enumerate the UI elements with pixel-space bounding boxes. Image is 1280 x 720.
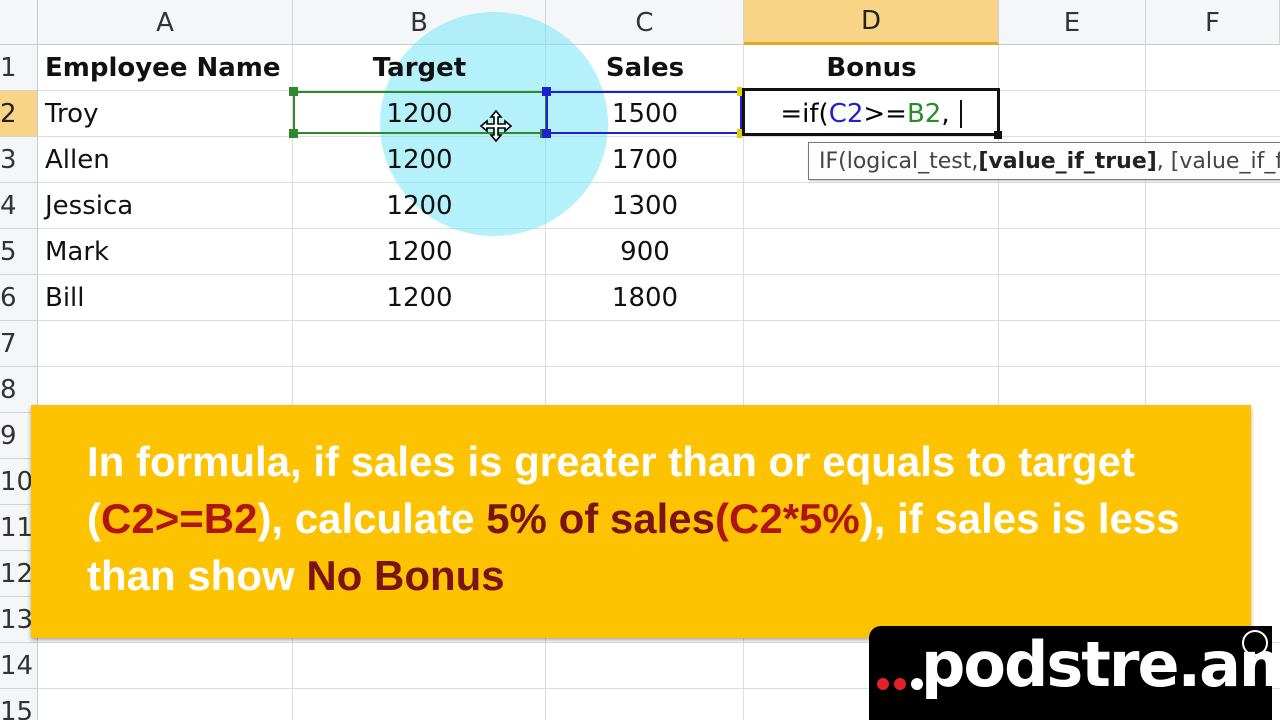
column-header-d[interactable]: D (744, 0, 999, 45)
formula-operator: >= (863, 99, 907, 129)
logo-text: podstre.am (921, 628, 1280, 701)
caption-banner: In formula, if sales is greater than or … (31, 405, 1251, 638)
caption-highlight: C2*5% (729, 495, 860, 542)
row-header-15[interactable]: 15 (0, 689, 38, 720)
row-header-1[interactable]: 1 (0, 45, 38, 91)
caption-part: ), calculate (257, 495, 487, 542)
function-argument-tooltip[interactable]: IF(logical_test, [value_if_true], [value… (808, 142, 1280, 180)
cell-d1[interactable]: Bonus (744, 45, 999, 91)
formula-ref-b2: B2 (906, 99, 942, 129)
cell-c4[interactable]: 1300 (546, 183, 744, 229)
row-header-6[interactable]: 6 (0, 275, 38, 321)
column-header-a[interactable]: A (38, 0, 293, 45)
cell-a4[interactable]: Jessica (38, 183, 293, 229)
caption-highlight: ( (715, 495, 729, 542)
column-header-f[interactable]: F (1146, 0, 1280, 45)
logo-dots-icon (877, 678, 923, 690)
cell-c5[interactable]: 900 (546, 229, 744, 275)
tooltip-rest[interactable]: , [value_if_false]) (1157, 149, 1280, 174)
row-header-14[interactable]: 14 (0, 643, 38, 689)
cell-a3[interactable]: Allen (38, 137, 293, 183)
grid-line (38, 366, 1280, 367)
podstream-logo: podstre.am (869, 626, 1280, 720)
cell-b5[interactable]: 1200 (293, 229, 546, 275)
reference-handle[interactable] (289, 129, 298, 138)
caption-highlight: 5% of sales (486, 495, 715, 542)
reference-handle[interactable] (542, 129, 551, 138)
formula-ref-c2: C2 (828, 99, 864, 129)
tooltip-function[interactable]: IF(logical_test, (819, 149, 978, 174)
column-header-c[interactable]: C (546, 0, 744, 45)
cell-b4[interactable]: 1200 (293, 183, 546, 229)
cell-b3[interactable]: 1200 (293, 137, 546, 183)
cell-c6[interactable]: 1800 (546, 275, 744, 321)
cell-a1[interactable]: Employee Name (38, 45, 293, 91)
cell-c1[interactable]: Sales (546, 45, 744, 91)
cell-d2-editor[interactable]: =if(C2 >= B2, (746, 92, 996, 136)
registered-badge-icon (1242, 630, 1268, 656)
cell-a2[interactable]: Troy (38, 91, 293, 137)
row-header-3[interactable]: 3 (0, 137, 38, 183)
formula-prefix: =if( (780, 99, 829, 129)
fill-handle[interactable] (994, 131, 1002, 139)
row-header-7[interactable]: 7 (0, 321, 38, 367)
row-header-5[interactable]: 5 (0, 229, 38, 275)
tooltip-current-arg[interactable]: [value_if_true] (978, 149, 1156, 174)
reference-handle[interactable] (289, 87, 298, 96)
cell-b1[interactable]: Target (293, 45, 546, 91)
column-header-e[interactable]: E (999, 0, 1146, 45)
cell-a6[interactable]: Bill (38, 275, 293, 321)
select-all-corner[interactable] (0, 0, 38, 45)
row-header-2[interactable]: 2 (0, 91, 38, 137)
caption-highlight: C2>=B2 (101, 495, 258, 542)
cell-a5[interactable]: Mark (38, 229, 293, 275)
reference-outline-c2[interactable] (546, 91, 742, 134)
caption-highlight: No Bonus (306, 552, 505, 599)
caption-text: In formula, if sales is greater than or … (87, 433, 1217, 604)
text-caret (959, 100, 962, 128)
formula-suffix: , (941, 99, 950, 129)
move-cursor-icon (479, 109, 513, 143)
row-header-4[interactable]: 4 (0, 183, 38, 229)
cell-b6[interactable]: 1200 (293, 275, 546, 321)
reference-handle[interactable] (542, 87, 551, 96)
cell-c3[interactable]: 1700 (546, 137, 744, 183)
